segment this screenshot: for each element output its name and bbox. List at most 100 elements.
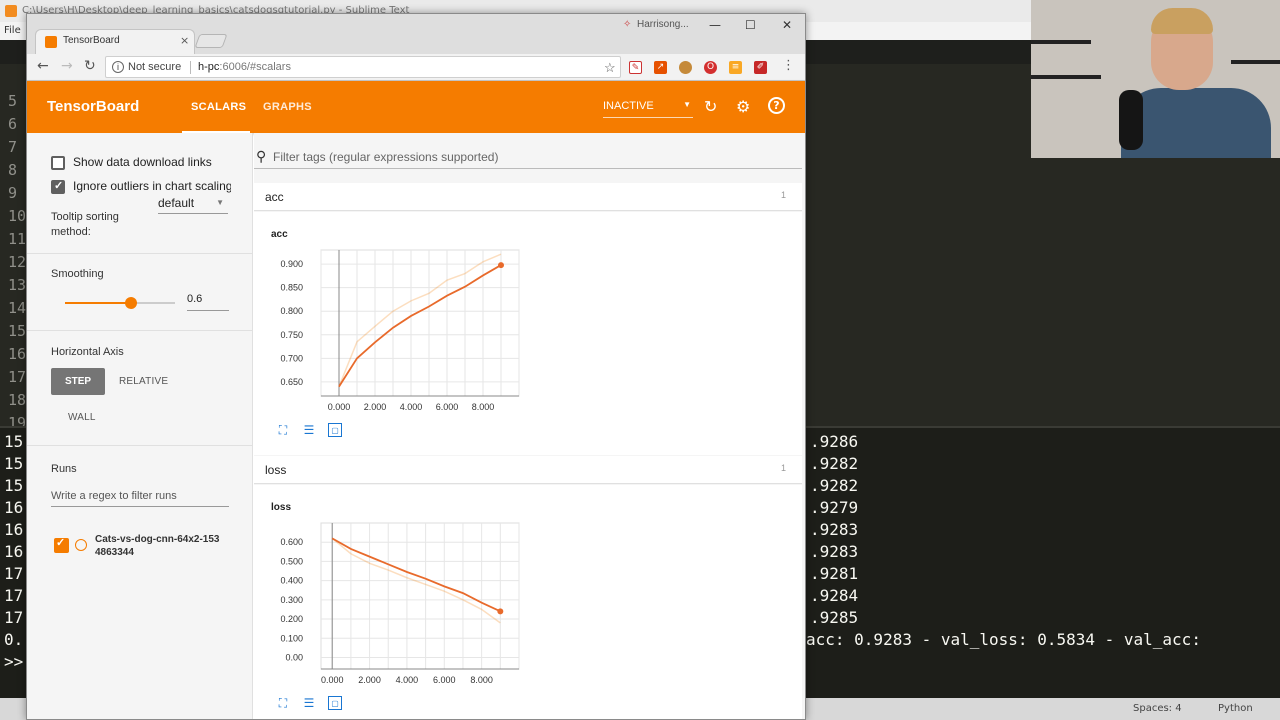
- run-color-indicator: [75, 539, 87, 551]
- gutter-line-number: 6: [8, 115, 18, 133]
- console-line-left: >>: [4, 652, 24, 671]
- section-count: 1: [780, 463, 786, 473]
- tensorboard-sidebar: Show data download links Ignore outliers…: [27, 133, 253, 719]
- dropdown-arrow-icon: ▼: [216, 198, 224, 207]
- section-header-loss[interactable]: loss 1: [254, 456, 802, 484]
- minimize-button[interactable]: —: [709, 18, 721, 32]
- x-tick-label: 0.000: [321, 675, 344, 685]
- extension-opera-icon[interactable]: O: [704, 61, 717, 74]
- expand-chart-icon[interactable]: ⛶: [276, 423, 290, 437]
- tab-graphs[interactable]: GRAPHS: [263, 101, 312, 113]
- address-bar[interactable]: i Not secure h-pc:6006/#scalars ☆: [105, 56, 621, 78]
- url-host: h-pc: [198, 61, 220, 73]
- fit-domain-icon[interactable]: ▢: [328, 423, 342, 437]
- loss-chart[interactable]: 0.00 0.100 0.200 0.300 0.400 0.500 0.600 0.000 2…: [271, 521, 551, 689]
- status-syntax[interactable]: Python: [1218, 703, 1253, 714]
- tensorboard-logo[interactable]: TensorBoard: [47, 98, 139, 115]
- x-tick-label: 0.000: [328, 402, 351, 412]
- y-tick-label: 0.300: [280, 595, 303, 605]
- tab-scalars[interactable]: SCALARS: [191, 101, 246, 113]
- console-line-right: .9283: [810, 542, 859, 561]
- tooltip-sorting-select[interactable]: default ▼: [158, 196, 228, 214]
- bookmark-star-icon[interactable]: ☆: [604, 58, 616, 78]
- section-header-acc[interactable]: acc 1: [254, 183, 802, 211]
- back-arrow-icon[interactable]: ←: [37, 58, 49, 74]
- smoothing-input[interactable]: 0.6: [187, 293, 229, 311]
- chrome-window: TensorBoard × Harrisong... ✧ — ☐ ✕ ← → ↻…: [26, 13, 806, 720]
- y-tick-label: 0.400: [280, 576, 303, 586]
- runs-label: Runs: [51, 463, 77, 475]
- smoothing-slider-knob[interactable]: [125, 297, 137, 309]
- gutter-line-number: 8: [8, 161, 18, 179]
- horizontal-axis-label: Horizontal Axis: [51, 346, 124, 358]
- y-tick-label: 0.900: [280, 259, 303, 269]
- console-last-line: acc: 0.9283 - val_loss: 0.5834 - val_acc…: [806, 630, 1201, 649]
- console-line-left: 15: [4, 454, 24, 473]
- console-line-left: 17: [4, 608, 24, 627]
- profile-name[interactable]: Harrisong...: [637, 19, 689, 30]
- axis-wall-button[interactable]: WALL: [68, 412, 96, 423]
- expand-chart-icon[interactable]: ⛶: [276, 696, 290, 710]
- inactive-plugins-select[interactable]: INACTIVE ▼: [603, 100, 693, 118]
- sidebar-divider: [27, 253, 252, 254]
- extension-menu-icon[interactable]: ≡: [729, 61, 742, 74]
- not-secure-label[interactable]: Not secure: [128, 57, 181, 77]
- console-line-right: .9283: [810, 520, 859, 539]
- settings-gear-icon[interactable]: ⚙: [736, 97, 750, 116]
- y-tick-label: 0.650: [280, 377, 303, 387]
- chrome-menu-icon[interactable]: ⋮: [782, 58, 795, 73]
- profile-icon[interactable]: ✧: [623, 19, 633, 30]
- new-tab-button[interactable]: [194, 34, 228, 48]
- section-count: 1: [780, 190, 786, 200]
- extension-cookie-icon[interactable]: [679, 61, 692, 74]
- close-window-button[interactable]: ✕: [782, 18, 792, 32]
- url-text[interactable]: h-pc:6006/#scalars: [198, 57, 291, 77]
- dropdown-arrow-icon: ▼: [683, 100, 691, 109]
- extension-pen-icon[interactable]: ✐: [754, 61, 767, 74]
- smoothing-slider[interactable]: [65, 297, 175, 309]
- axis-relative-button[interactable]: RELATIVE: [119, 376, 168, 387]
- section-title: loss: [265, 463, 287, 477]
- tab-close-icon[interactable]: ×: [180, 34, 189, 47]
- gutter-line-number: 7: [8, 138, 18, 156]
- status-spaces[interactable]: Spaces: 4: [1133, 703, 1182, 714]
- reload-icon[interactable]: ↻: [84, 58, 96, 74]
- console-line-left: 16: [4, 520, 24, 539]
- axis-step-button[interactable]: STEP: [51, 368, 105, 395]
- last-point-marker: [498, 262, 504, 269]
- run-name: Cats-vs-dog-cnn-64x2-1534863344: [95, 534, 220, 558]
- gutter-line-number: 16: [8, 345, 27, 363]
- toggle-log-scale-icon[interactable]: ☰: [302, 423, 316, 437]
- show-download-links-checkbox[interactable]: [51, 156, 65, 170]
- last-point-marker: [497, 608, 504, 615]
- extension-chart-icon[interactable]: ↗: [654, 61, 667, 74]
- reload-data-icon[interactable]: ↻: [704, 97, 717, 116]
- acc-chart[interactable]: 0.650 0.700 0.750 0.800 0.850 0.900 0.000 2.000…: [271, 248, 551, 416]
- sublime-logo-icon: [5, 5, 17, 17]
- menu-file[interactable]: File: [4, 25, 21, 36]
- ignore-outliers-checkbox[interactable]: [51, 180, 65, 194]
- console-line-right: .9279: [810, 498, 859, 517]
- fit-domain-icon[interactable]: ▢: [328, 696, 342, 710]
- run-checkbox[interactable]: [54, 536, 69, 553]
- smoothing-label: Smoothing: [51, 268, 104, 280]
- toggle-log-scale-icon[interactable]: ☰: [302, 696, 316, 710]
- show-download-links-label: Show data download links: [73, 155, 212, 169]
- tensorboard-main: ⚲ Filter tags (regular expressions suppo…: [254, 133, 805, 719]
- chrome-toolbar: ← → ↻ i Not secure h-pc:6006/#scalars ☆ …: [27, 54, 805, 81]
- tooltip-sorting-label: Tooltip sorting method:: [51, 211, 119, 238]
- runs-filter-input[interactable]: Write a regex to filter runs: [51, 490, 229, 507]
- gutter-line-number: 13: [8, 276, 27, 294]
- forward-arrow-icon[interactable]: →: [61, 58, 73, 74]
- maximize-button[interactable]: ☐: [745, 18, 756, 32]
- webcam-shelf: [1231, 60, 1280, 64]
- ignore-outliers-option[interactable]: Ignore outliers in chart scaling: [51, 180, 231, 196]
- x-tick-label: 4.000: [400, 402, 423, 412]
- tab-tensorboard[interactable]: TensorBoard ×: [35, 29, 195, 55]
- info-icon[interactable]: i: [112, 61, 124, 73]
- tag-filter-input[interactable]: ⚲ Filter tags (regular expressions suppo…: [254, 147, 802, 169]
- extension-icon[interactable]: ✎: [629, 61, 642, 74]
- x-tick-label: 2.000: [364, 402, 387, 412]
- help-icon[interactable]: ?: [768, 97, 785, 114]
- sublime-gutter: 5 6 7 8 9 10 11 12 13 14 15 16 17 18 19: [0, 64, 27, 432]
